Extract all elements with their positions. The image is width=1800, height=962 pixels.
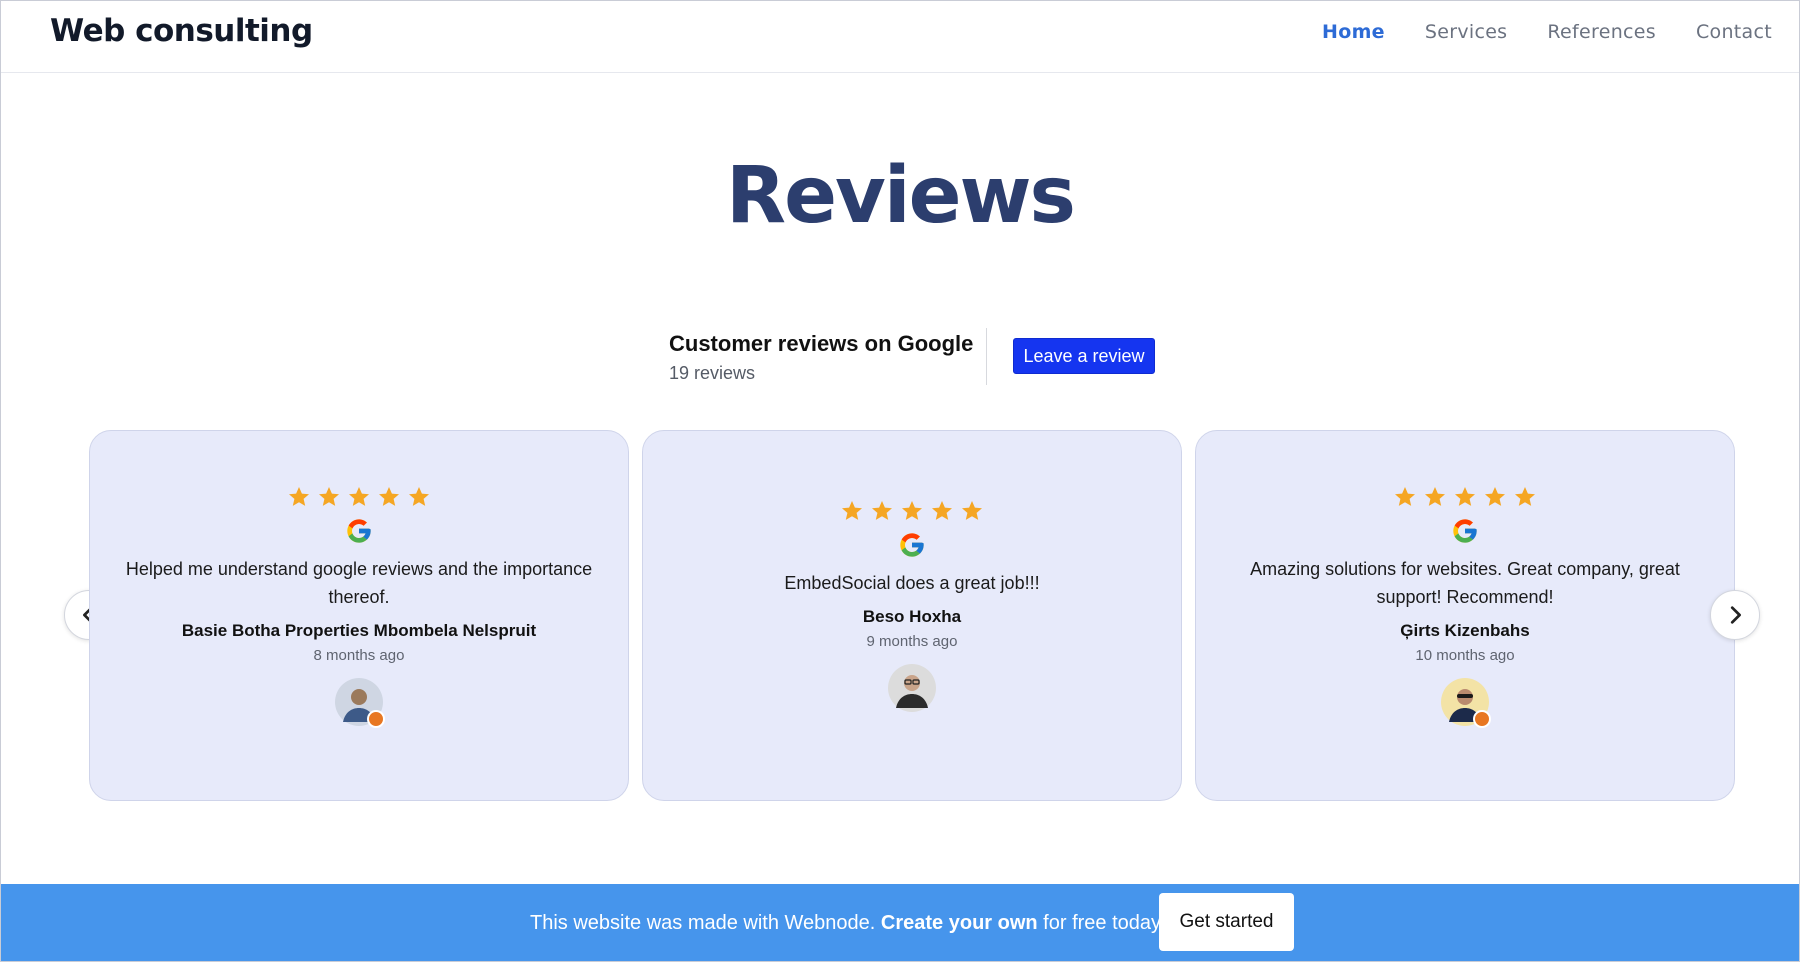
- star-icon: [349, 487, 369, 506]
- review-card: Helped me understand google reviews and …: [89, 430, 629, 801]
- star-icon: [1515, 487, 1535, 506]
- star-rating: [643, 499, 1181, 523]
- carousel-next-button[interactable]: [1710, 590, 1760, 640]
- star-icon: [1425, 487, 1445, 506]
- webnode-banner: This website was made with Webnode. Crea…: [1, 884, 1799, 961]
- site-header: Web consulting Home Services References …: [1, 1, 1799, 73]
- review-card: EmbedSocial does a great job!!! Beso Hox…: [642, 430, 1182, 801]
- google-logo-icon: [1453, 519, 1477, 543]
- google-logo-icon: [900, 533, 924, 557]
- review-time: 10 months ago: [1415, 647, 1515, 664]
- banner-text-before: This website was made with Webnode.: [530, 912, 881, 934]
- banner-text-after: for free today!: [1037, 912, 1167, 934]
- site-logo[interactable]: Web consulting: [50, 13, 313, 49]
- star-icon: [1485, 487, 1505, 506]
- star-icon: [289, 487, 309, 506]
- star-icon: [409, 487, 429, 506]
- star-icon: [962, 501, 982, 520]
- star-rating: [90, 485, 628, 509]
- review-time: 8 months ago: [313, 647, 405, 664]
- star-icon: [319, 487, 339, 506]
- main-nav: Home Services References Contact: [1322, 21, 1772, 43]
- reviewer-badge: [1473, 710, 1491, 728]
- star-icon: [379, 487, 399, 506]
- star-icon: [872, 501, 892, 520]
- google-logo-icon: [347, 519, 371, 543]
- reviewer-name: Ģirts Kizenbahs: [1400, 621, 1530, 640]
- summary-title: Customer reviews on Google: [669, 331, 974, 356]
- nav-contact[interactable]: Contact: [1696, 21, 1772, 43]
- get-started-button[interactable]: Get started: [1159, 893, 1294, 951]
- star-rating: [1196, 485, 1734, 509]
- nav-home[interactable]: Home: [1322, 21, 1385, 43]
- star-icon: [1455, 487, 1475, 506]
- banner-text: This website was made with Webnode. Crea…: [530, 912, 1167, 935]
- nav-references[interactable]: References: [1547, 21, 1656, 43]
- star-icon: [902, 501, 922, 520]
- review-card: Amazing solutions for websites. Great co…: [1195, 430, 1735, 801]
- page-title: Reviews: [726, 151, 1076, 241]
- avatar: [335, 678, 385, 728]
- review-text: Amazing solutions for websites. Great co…: [1250, 559, 1680, 607]
- star-icon: [842, 501, 862, 520]
- reviewer-name: Basie Botha Properties Mbombela Nelsprui…: [181, 621, 537, 640]
- leave-review-button[interactable]: Leave a review: [1013, 338, 1155, 374]
- chevron-right-icon: [1730, 606, 1741, 624]
- review-time: 9 months ago: [866, 633, 958, 650]
- review-count: 19 reviews: [669, 363, 756, 383]
- review-text: Helped me understand google reviews and …: [125, 559, 593, 607]
- avatar: [1441, 678, 1491, 728]
- nav-services[interactable]: Services: [1425, 21, 1508, 43]
- reviewer-name: Beso Hoxha: [862, 607, 962, 626]
- avatar: [888, 664, 936, 712]
- review-text: EmbedSocial does a great job!!!: [784, 573, 1040, 593]
- summary-divider: [986, 328, 987, 385]
- reviewer-badge: [367, 710, 385, 728]
- star-icon: [932, 501, 952, 520]
- banner-text-bold[interactable]: Create your own: [881, 912, 1038, 934]
- star-icon: [1395, 487, 1415, 506]
